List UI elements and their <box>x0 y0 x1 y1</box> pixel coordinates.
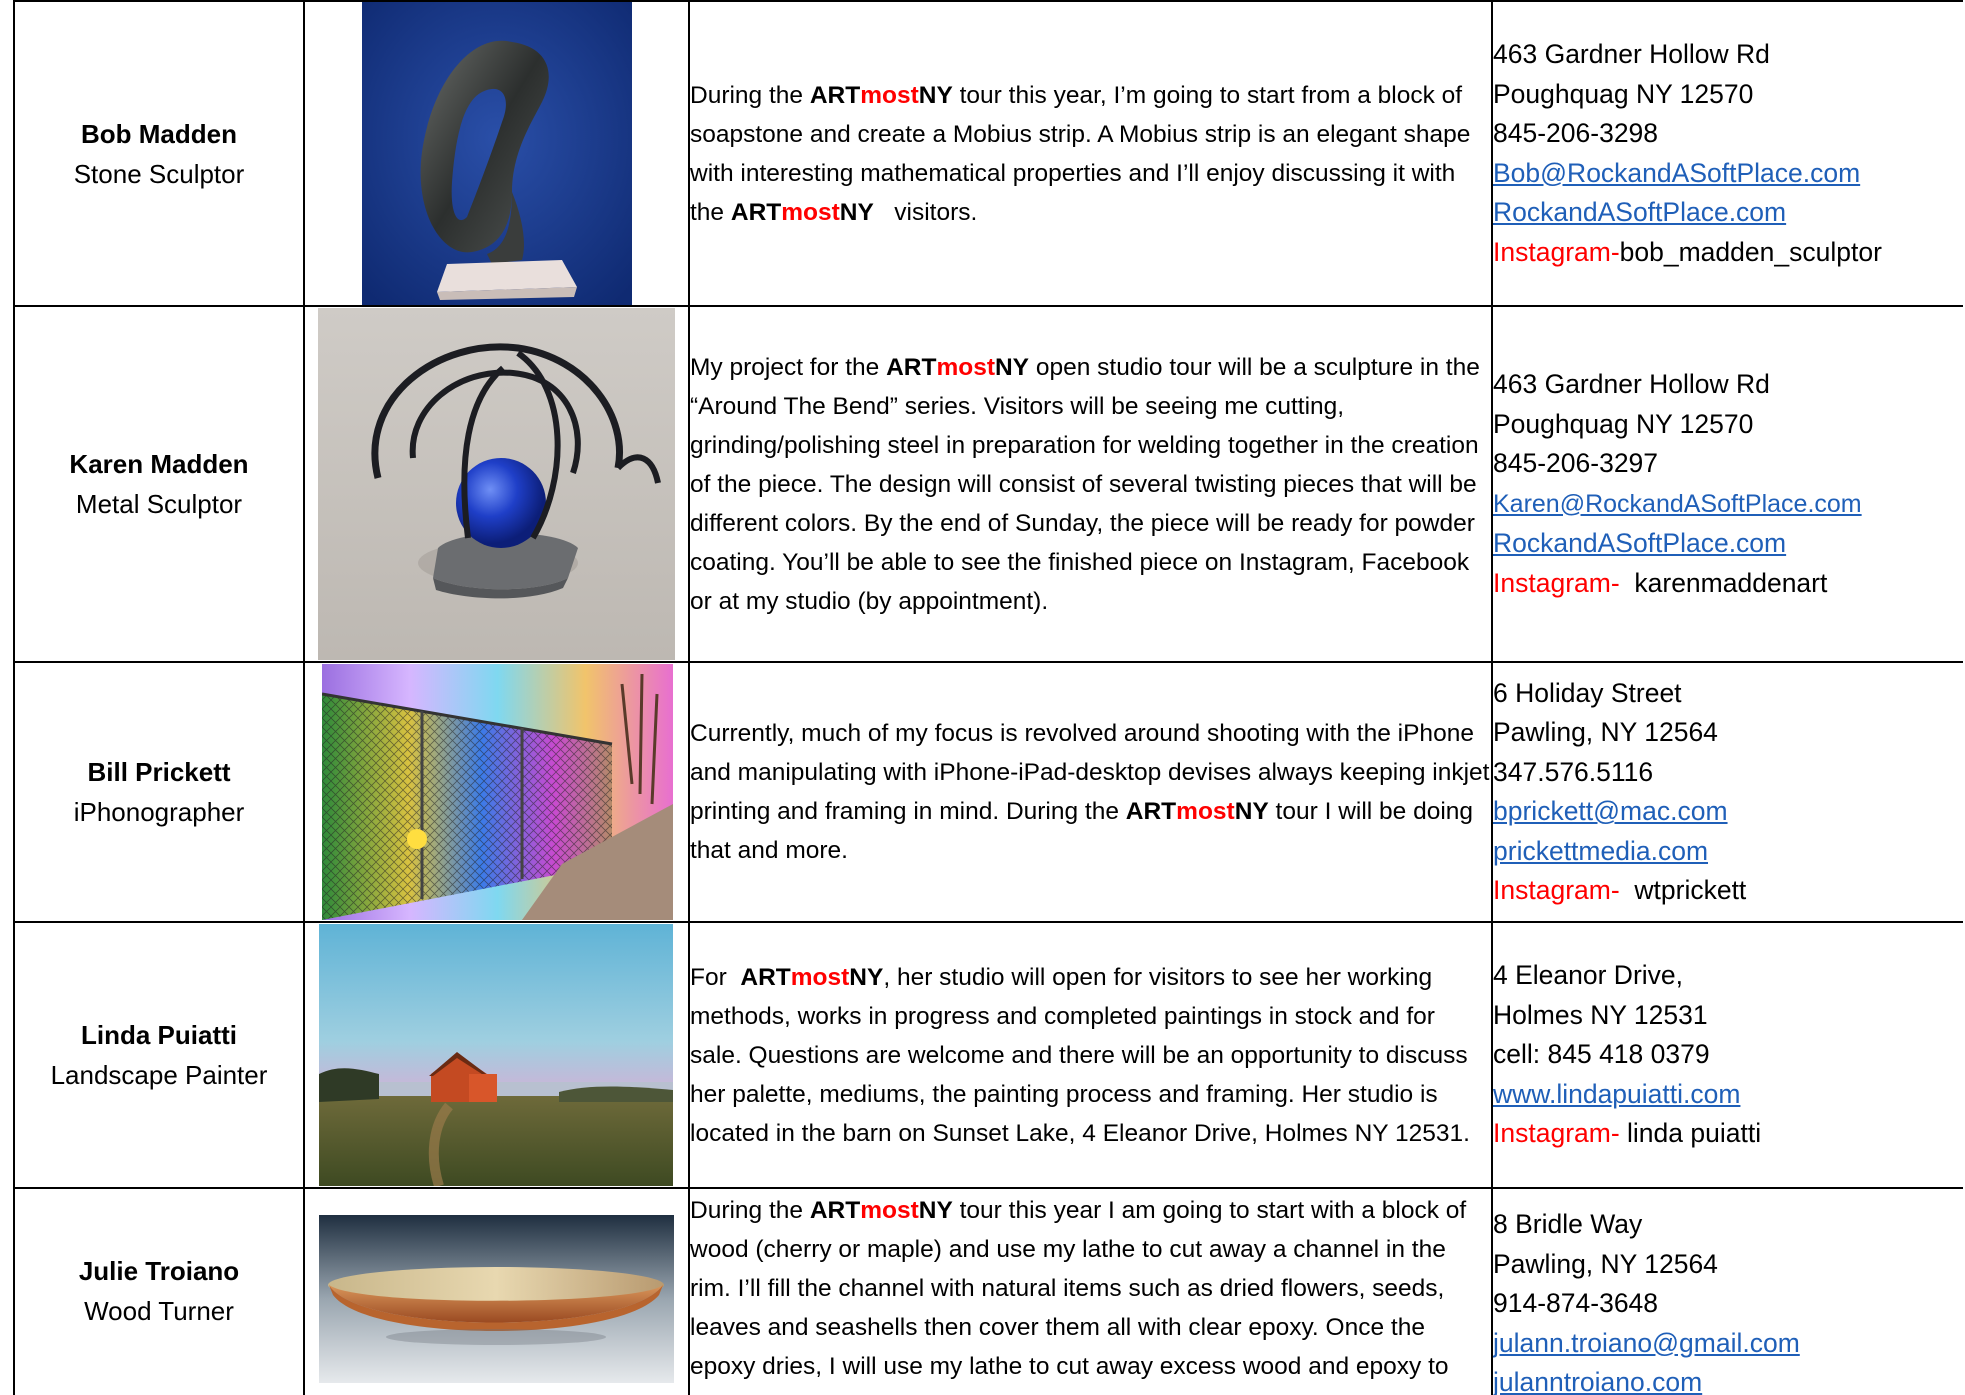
email-link[interactable]: julann.troiano@gmail.com <box>1494 1328 1800 1358</box>
city-line: Holmes NY 12531 <box>1493 999 1708 1030</box>
table-row: Karen Madden Metal Sculptor My project f… <box>13 305 1963 663</box>
artist-name: Linda Puiatti <box>81 1020 237 1050</box>
table-row: Bob Madden Stone Sculptor During the ART… <box>13 0 1963 307</box>
description-text: open studio tour will be a sculpture in … <box>690 353 1480 615</box>
brand-name: ARTmostNY <box>809 1197 953 1224</box>
description-cell: My project for the ARTmostNY open studio… <box>688 305 1493 663</box>
instagram-handle: karenmaddenart <box>1619 567 1828 598</box>
artist-directory-sheet: Bob Madden Stone Sculptor During the ART… <box>13 0 1963 1395</box>
instagram-line: Instagram- karenmaddenart <box>1493 567 1828 598</box>
artist-role: iPhonographer <box>73 797 245 827</box>
instagram-line: Instagram-bob_madden_sculptor <box>1493 236 1882 267</box>
phone-number: cell: 845 418 0379 <box>1493 1039 1710 1070</box>
contact-cell: 8 Bridle Way Pawling, NY 12564 914-874-3… <box>1491 1187 1963 1395</box>
table-row: Julie Troiano Wood Turner During the ART… <box>13 1187 1963 1395</box>
artist-name: Bob Madden <box>81 118 237 149</box>
contact-cell: 463 Gardner Hollow Rd Poughquag NY 12570… <box>1491 305 1963 663</box>
website-link[interactable]: RockandASoftPlace.com <box>1494 528 1786 558</box>
artist-name: Karen Madden <box>69 449 249 479</box>
city-line: Pawling, NY 12564 <box>1493 717 1718 747</box>
address-line: 463 Gardner Hollow Rd <box>1493 369 1770 399</box>
metal-bend-sculpture-image <box>318 308 675 660</box>
brand-name: ARTmostNY <box>886 353 1030 381</box>
artist-name-cell: Linda Puiatti Landscape Painter <box>13 921 305 1189</box>
address-line: 4 Eleanor Drive, <box>1493 960 1684 991</box>
city-line: Pawling, NY 12564 <box>1493 1248 1718 1279</box>
description-text: My project for the <box>690 353 887 381</box>
artist-name-cell: Bob Madden Stone Sculptor <box>13 0 305 307</box>
table-row: Bill Prickett iPhonographer Currently, m… <box>13 661 1963 923</box>
email-link[interactable]: Bob@RockandASoftPlace.com <box>1494 158 1860 188</box>
website-link[interactable]: www.lindapuiatti.com <box>1494 1079 1740 1109</box>
brand-name: ARTmostNY <box>1125 798 1269 825</box>
barn-landscape-painting-image <box>319 924 673 1186</box>
phone-number: 845-206-3297 <box>1493 448 1659 478</box>
description-text: visitors. <box>873 198 978 226</box>
address-line: 8 Bridle Way <box>1493 1209 1643 1239</box>
artist-name: Julie Troiano <box>78 1256 240 1286</box>
contact-cell: 463 Gardner Hollow Rd Poughquag NY 12570… <box>1491 0 1963 307</box>
artist-name-cell: Julie Troiano Wood Turner <box>13 1187 305 1395</box>
description-text: During the <box>690 1197 810 1224</box>
address-line: 6 Holiday Street <box>1493 677 1682 708</box>
email-link[interactable]: bprickett@mac.com <box>1494 796 1728 826</box>
instagram-handle: wtprickett <box>1619 875 1747 905</box>
iphone-fence-photo-image <box>322 664 673 920</box>
instagram-line: Instagram- wtprickett <box>1493 875 1747 905</box>
description-text: tour this year I am going to start with … <box>690 1197 1467 1395</box>
artwork-cell <box>303 921 690 1189</box>
email-link[interactable]: Karen@RockandASoftPlace.com <box>1494 490 1862 518</box>
city-line: Poughquag NY 12570 <box>1493 408 1754 439</box>
description-cell: During the ARTmostNY tour this year, I’m… <box>688 0 1493 307</box>
description-cell: For ARTmostNY, her studio will open for … <box>688 921 1493 1189</box>
brand-name: ARTmostNY <box>809 81 953 109</box>
instagram-line: Instagram- linda puiatti <box>1493 1118 1762 1149</box>
address-line: 463 Gardner Hollow Rd <box>1493 39 1770 69</box>
description-text: For <box>690 963 741 991</box>
turned-wood-bowl-image <box>319 1215 674 1383</box>
contact-cell: 4 Eleanor Drive, Holmes NY 12531 cell: 8… <box>1491 921 1963 1189</box>
artist-name-cell: Karen Madden Metal Sculptor <box>13 305 305 663</box>
phone-number: 347.576.5116 <box>1493 756 1654 787</box>
description-cell: During the ARTmostNY tour this year I am… <box>688 1187 1493 1395</box>
artist-table: Bob Madden Stone Sculptor During the ART… <box>13 0 1963 1395</box>
description-text: During the <box>690 81 810 109</box>
description-cell: Currently, much of my focus is revolved … <box>688 661 1493 923</box>
artwork-cell <box>303 0 690 307</box>
artwork-cell <box>303 661 690 923</box>
contact-cell: 6 Holiday Street Pawling, NY 12564 347.5… <box>1491 661 1963 923</box>
instagram-handle: linda puiatti <box>1619 1118 1762 1149</box>
artist-role: Stone Sculptor <box>73 158 245 189</box>
phone-number: 914-874-3648 <box>1493 1288 1659 1318</box>
website-link[interactable]: prickettmedia.com <box>1494 836 1708 866</box>
brand-name: ARTmostNY <box>740 963 884 991</box>
instagram-handle: bob_madden_sculptor <box>1619 236 1882 267</box>
website-link[interactable]: RockandASoftPlace.com <box>1494 197 1786 227</box>
artist-role: Landscape Painter <box>50 1060 268 1090</box>
artist-role: Wood Turner <box>84 1296 234 1326</box>
stone-mobius-sculpture-image <box>362 3 632 304</box>
city-line: Poughquag NY 12570 <box>1493 78 1754 109</box>
phone-number: 845-206-3298 <box>1493 118 1659 148</box>
artist-role: Metal Sculptor <box>75 489 243 519</box>
brand-name: ARTmostNY <box>730 198 874 226</box>
artist-name-cell: Bill Prickett iPhonographer <box>13 661 305 923</box>
table-row: Linda Puiatti Landscape Painter For ARTm… <box>13 921 1963 1189</box>
artist-name: Bill Prickett <box>87 757 231 787</box>
website-link[interactable]: julanntroiano.com <box>1494 1367 1702 1395</box>
artwork-cell <box>303 1187 690 1395</box>
artwork-cell <box>303 305 690 663</box>
